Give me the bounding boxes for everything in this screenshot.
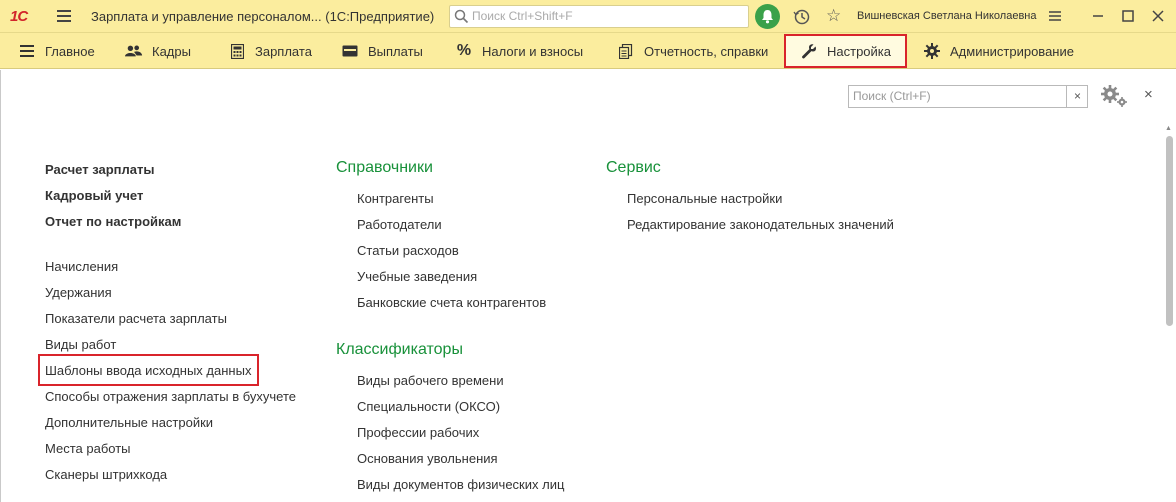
people-icon xyxy=(125,43,143,59)
app-logo[interactable]: 1С xyxy=(10,8,28,25)
link-accounting-reflection[interactable]: Способы отражения зарплаты в бухучете xyxy=(45,389,296,404)
link-settings-report[interactable]: Отчет по настройкам xyxy=(45,214,181,229)
section-label: Зарплата xyxy=(255,43,312,59)
section-hr[interactable]: Кадры xyxy=(125,33,191,69)
link-counterparties[interactable]: Контрагенты xyxy=(357,191,434,206)
user-name[interactable]: Вишневская Светлана Николаевна xyxy=(857,10,1037,22)
link-legal-values-editing[interactable]: Редактирование законодательных значений xyxy=(627,217,894,232)
link-additional-settings[interactable]: Дополнительные настройки xyxy=(45,415,213,430)
section-payments[interactable]: Выплаты xyxy=(341,33,423,69)
link-accruals[interactable]: Начисления xyxy=(45,259,118,274)
global-search[interactable] xyxy=(449,5,749,28)
app-title: Зарплата и управление персоналом... (1С:… xyxy=(91,9,435,24)
scrollbar-thumb[interactable] xyxy=(1166,136,1173,326)
section-reports[interactable]: Отчетность, справки xyxy=(617,33,768,69)
minimize-icon[interactable] xyxy=(1088,6,1108,26)
link-personal-settings[interactable]: Персональные настройки xyxy=(627,191,782,206)
global-search-input[interactable] xyxy=(472,9,742,23)
section-administration[interactable]: Администрирование xyxy=(923,33,1074,69)
calculator-icon xyxy=(228,43,246,59)
bell-icon xyxy=(762,10,773,24)
link-educational-institutions[interactable]: Учебные заведения xyxy=(357,269,477,284)
notifications-button[interactable] xyxy=(755,4,780,29)
close-panel-icon[interactable]: × xyxy=(1144,86,1153,103)
section-label: Выплаты xyxy=(368,43,423,59)
link-input-templates[interactable]: Шаблоны ввода исходных данных xyxy=(45,363,251,378)
section-label: Налоги и взносы xyxy=(482,43,584,59)
history-icon[interactable] xyxy=(793,8,811,26)
section-label: Администрирование xyxy=(950,43,1074,59)
link-payroll-indicators[interactable]: Показатели расчета зарплаты xyxy=(45,311,227,326)
clear-search-button[interactable]: × xyxy=(1066,86,1088,107)
reports-icon xyxy=(617,43,635,59)
menu-icon xyxy=(18,43,36,59)
search-icon xyxy=(454,9,469,24)
window-menu-icon[interactable] xyxy=(1045,6,1065,26)
panel-search-input[interactable] xyxy=(853,89,1063,103)
close-window-icon[interactable] xyxy=(1148,6,1168,26)
main-menu-icon[interactable] xyxy=(57,10,71,22)
sections-panel: Главное Кадры Зарплата Выплаты % Налоги … xyxy=(0,33,1176,69)
section-salary[interactable]: Зарплата xyxy=(228,33,312,69)
percent-icon: % xyxy=(456,42,472,59)
link-expense-items[interactable]: Статьи расходов xyxy=(357,243,459,258)
title-bar: 1С Зарплата и управление персоналом... (… xyxy=(0,0,1176,33)
link-dismissal-reasons[interactable]: Основания увольнения xyxy=(357,451,498,466)
group-title-classifiers: Классификаторы xyxy=(336,341,463,358)
link-id-document-types[interactable]: Виды документов физических лиц xyxy=(357,477,564,492)
link-deductions[interactable]: Удержания xyxy=(45,285,112,300)
link-personnel-records[interactable]: Кадровый учет xyxy=(45,188,143,203)
section-label: Главное xyxy=(45,43,95,59)
section-label: Кадры xyxy=(152,43,191,59)
panel-settings-gear-icon[interactable] xyxy=(1099,84,1129,108)
link-worker-professions[interactable]: Профессии рабочих xyxy=(357,425,479,440)
link-employers[interactable]: Работодатели xyxy=(357,217,442,232)
link-payroll-calculation[interactable]: Расчет зарплаты xyxy=(45,162,154,177)
group-title-service: Сервис xyxy=(606,159,661,176)
wrench-icon xyxy=(800,43,818,59)
link-work-time-types[interactable]: Виды рабочего времени xyxy=(357,373,504,388)
wallet-icon xyxy=(341,43,359,59)
maximize-icon[interactable] xyxy=(1118,6,1138,26)
section-label: Отчетность, справки xyxy=(644,43,769,59)
section-settings[interactable]: Настройка xyxy=(784,34,907,68)
group-title-catalogs: Справочники xyxy=(336,159,433,176)
panel-search[interactable]: × xyxy=(848,85,1088,108)
link-barcode-scanners[interactable]: Сканеры штрихкода xyxy=(45,467,167,482)
link-work-types[interactable]: Виды работ xyxy=(45,337,116,352)
link-specialties[interactable]: Специальности (ОКСО) xyxy=(357,399,500,414)
link-bank-accounts[interactable]: Банковские счета контрагентов xyxy=(357,295,546,310)
section-main[interactable]: Главное xyxy=(18,33,95,69)
scroll-up-icon[interactable]: ▲ xyxy=(1165,125,1172,132)
favorites-star-icon[interactable]: ☆ xyxy=(826,6,841,26)
link-workplaces[interactable]: Места работы xyxy=(45,441,131,456)
section-taxes[interactable]: % Налоги и взносы xyxy=(455,33,583,69)
section-label: Настройка xyxy=(827,43,891,59)
settings-panel: × × ▲ Расчет зарплаты Кадровый учет Отче… xyxy=(0,70,1176,502)
gear-icon xyxy=(923,43,941,59)
